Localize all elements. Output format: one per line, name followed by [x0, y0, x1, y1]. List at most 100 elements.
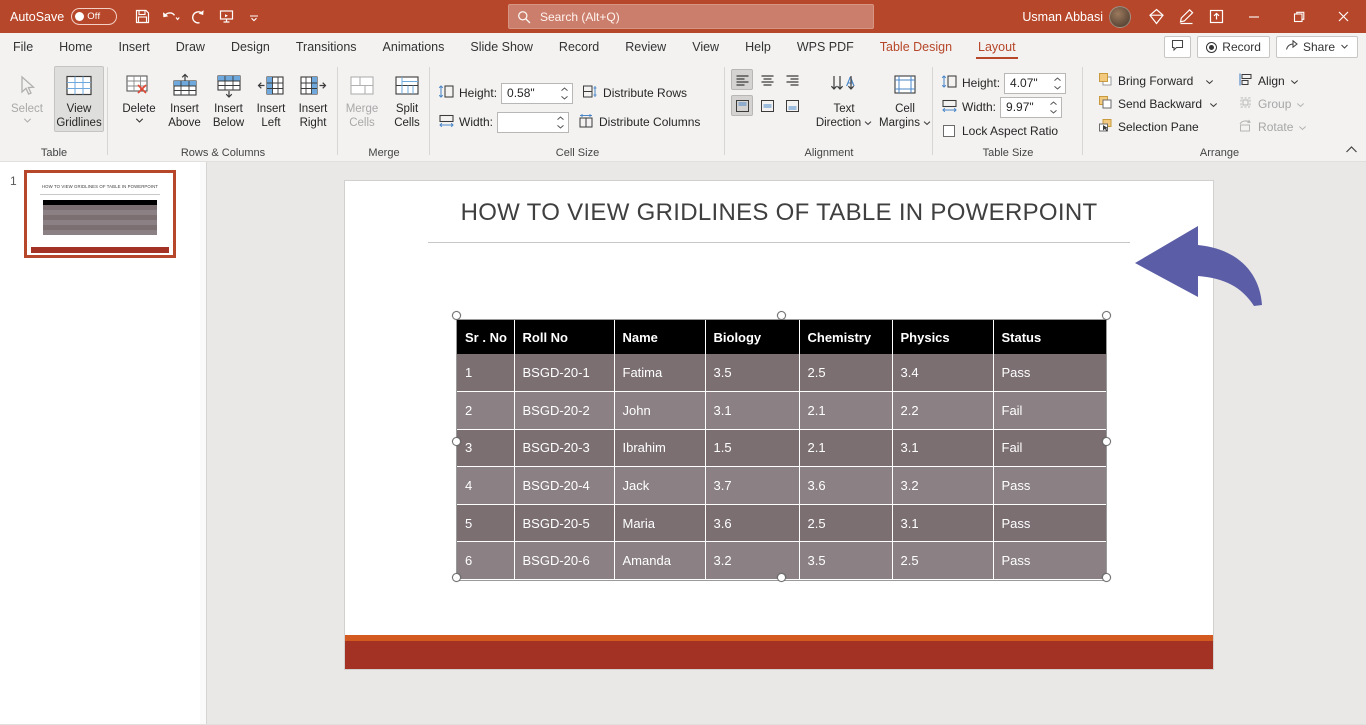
table-cell[interactable]: BSGD-20-1 [514, 354, 615, 393]
table-header-cell[interactable]: Chemistry [799, 320, 893, 354]
align-objects-button[interactable]: Align [1233, 70, 1312, 92]
spinner-arrows[interactable] [560, 85, 569, 102]
selection-pane-button[interactable]: Selection Pane [1093, 116, 1223, 138]
table-cell[interactable]: 3.7 [705, 466, 800, 505]
restore-button[interactable] [1276, 0, 1321, 33]
table-cell[interactable]: 2.1 [799, 429, 893, 468]
send-backward-button[interactable]: Send Backward [1093, 93, 1223, 115]
table-header-cell[interactable]: Roll No [514, 320, 615, 354]
insert-left-button[interactable]: Insert Left [251, 66, 291, 132]
align-bottom-button[interactable] [781, 95, 803, 116]
redo-icon[interactable] [185, 5, 211, 29]
tab-insert[interactable]: Insert [106, 33, 163, 61]
spinner-arrows[interactable] [1049, 99, 1058, 116]
record-button[interactable]: Record [1197, 36, 1270, 58]
table-cell[interactable]: 2 [457, 391, 515, 430]
cell-margins-button[interactable]: Cell Margins [877, 66, 933, 132]
table-cell[interactable]: BSGD-20-6 [514, 541, 615, 581]
table-cell[interactable]: 3.4 [892, 354, 994, 393]
ribbon-display-options-icon[interactable] [1201, 2, 1231, 32]
split-cells-button[interactable]: Split Cells [388, 66, 426, 132]
tab-home[interactable]: Home [46, 33, 105, 61]
table-cell[interactable]: 2.1 [799, 391, 893, 430]
table-cell[interactable]: 2.2 [892, 391, 994, 430]
table-cell[interactable]: Ibrahim [614, 429, 706, 468]
table-cell[interactable]: John [614, 391, 706, 430]
tab-layout[interactable]: Layout [965, 33, 1029, 61]
resize-handle-top-center[interactable] [777, 311, 786, 320]
table-cell[interactable]: 3.2 [892, 466, 994, 505]
cell-height-input[interactable]: 0.58" [501, 82, 574, 104]
table-width-input[interactable]: 9.97" [1000, 96, 1063, 118]
tab-wps-pdf[interactable]: WPS PDF [784, 33, 867, 61]
cell-width-input[interactable] [497, 111, 570, 133]
table-cell[interactable]: 3.5 [705, 354, 800, 393]
select-button[interactable]: Select [4, 66, 50, 128]
resize-handle-bottom-right[interactable] [1102, 573, 1111, 582]
resize-handle-bottom-left[interactable] [452, 573, 461, 582]
slideshow-icon[interactable] [213, 5, 239, 29]
table-cell[interactable]: Pass [993, 541, 1106, 581]
tab-table-design[interactable]: Table Design [867, 33, 965, 61]
tab-record[interactable]: Record [546, 33, 612, 61]
tab-transitions[interactable]: Transitions [283, 33, 370, 61]
autosave-toggle[interactable]: Off [71, 8, 118, 25]
lock-aspect-ratio-checkbox[interactable] [943, 125, 955, 137]
pen-annotate-icon[interactable] [1171, 2, 1201, 32]
tab-slide-show[interactable]: Slide Show [457, 33, 546, 61]
align-left-button[interactable] [731, 69, 753, 90]
align-center-button[interactable] [756, 69, 778, 90]
align-top-button[interactable] [731, 95, 753, 116]
thumbnail-pane-scrollbar[interactable] [200, 162, 206, 724]
rotate-objects-button[interactable]: Rotate [1233, 116, 1312, 138]
table-cell[interactable]: Fail [993, 391, 1106, 430]
bring-forward-button[interactable]: Bring Forward [1093, 70, 1223, 92]
group-objects-button[interactable]: Group [1233, 93, 1312, 115]
align-middle-button[interactable] [756, 95, 778, 116]
view-gridlines-button[interactable]: View Gridlines [54, 66, 104, 132]
table-cell[interactable]: Fatima [614, 354, 706, 393]
collapse-ribbon-button[interactable] [1345, 143, 1358, 157]
close-button[interactable] [1321, 0, 1366, 33]
distribute-columns-button[interactable]: Distribute Columns [573, 111, 705, 134]
table-row[interactable]: 1 BSGD-20-1 Fatima 3.5 2.5 3.4 Pass [457, 354, 1106, 393]
table-row[interactable]: 5 BSGD-20-5 Maria 3.6 2.5 3.1 Pass [457, 504, 1106, 543]
delete-button[interactable]: Delete [116, 66, 162, 128]
table-cell[interactable]: 2.5 [799, 504, 893, 543]
tab-draw[interactable]: Draw [163, 33, 218, 61]
table-height-input[interactable]: 4.07" [1004, 72, 1067, 94]
insert-above-button[interactable]: Insert Above [163, 66, 206, 132]
avatar[interactable] [1109, 5, 1131, 28]
table-cell[interactable]: Amanda [614, 541, 706, 581]
lock-aspect-ratio-row[interactable]: Lock Aspect Ratio [941, 120, 1058, 142]
table-cell[interactable]: BSGD-20-2 [514, 391, 615, 430]
search-box[interactable]: Search (Alt+Q) [508, 4, 874, 29]
table-row[interactable]: 2 BSGD-20-2 John 3.1 2.1 2.2 Fail [457, 391, 1106, 430]
table-cell[interactable]: 4 [457, 466, 515, 505]
share-button[interactable]: Share [1275, 36, 1358, 58]
table-cell[interactable]: 3 [457, 429, 515, 468]
tab-file[interactable]: File [0, 33, 46, 61]
table-cell[interactable]: 3.1 [705, 391, 800, 430]
table-cell[interactable]: BSGD-20-5 [514, 504, 615, 543]
comments-button[interactable] [1164, 36, 1192, 58]
resize-handle-bottom-center[interactable] [777, 573, 786, 582]
table-cell[interactable]: BSGD-20-4 [514, 466, 615, 505]
table-cell[interactable]: BSGD-20-3 [514, 429, 615, 468]
insert-below-button[interactable]: Insert Below [207, 66, 250, 132]
text-direction-button[interactable]: A Text Direction Text Direction [813, 66, 875, 132]
resize-handle-middle-right[interactable] [1102, 437, 1111, 446]
table-cell[interactable]: 2.5 [799, 354, 893, 393]
align-right-button[interactable] [781, 69, 803, 90]
table-cell[interactable]: 3.6 [799, 466, 893, 505]
table-cell[interactable]: 3.5 [799, 541, 893, 581]
undo-icon[interactable] [157, 5, 183, 29]
table-cell[interactable]: 3.1 [892, 504, 994, 543]
resize-handle-top-left[interactable] [452, 311, 461, 320]
insert-right-button[interactable]: Insert Right [292, 66, 334, 132]
table-cell[interactable]: 3.1 [892, 429, 994, 468]
minimize-button[interactable] [1231, 0, 1276, 33]
tab-animations[interactable]: Animations [370, 33, 458, 61]
table-cell[interactable]: Pass [993, 354, 1106, 393]
table-header-cell[interactable]: Name [614, 320, 706, 354]
